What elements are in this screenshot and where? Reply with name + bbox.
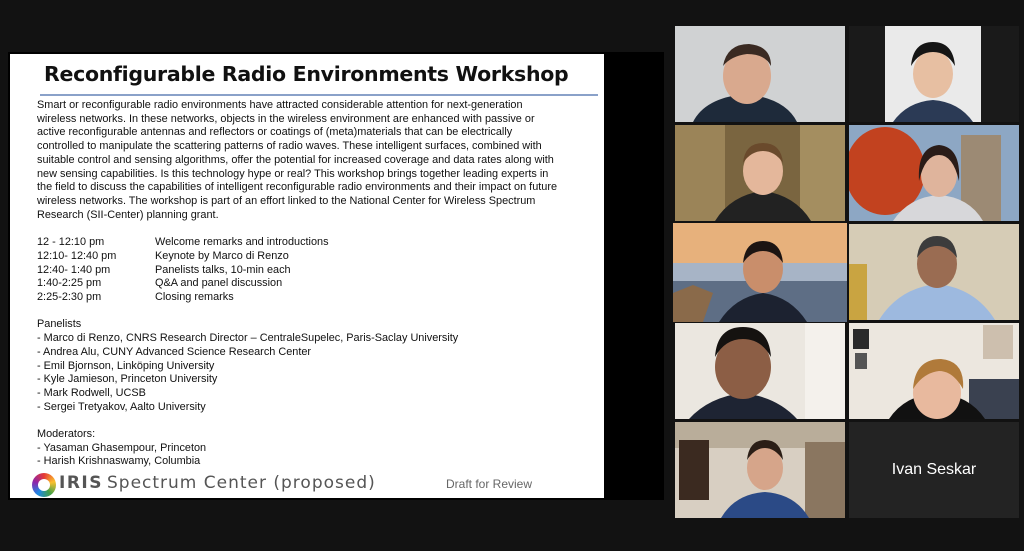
person-video-icon [885,26,981,122]
person-video-icon [849,224,1019,320]
participant-video-tile[interactable] [849,224,1019,320]
presentation-slide: Reconfigurable Radio Environments Worksh… [10,54,604,498]
participant-video-tile[interactable] [675,323,845,419]
iris-logo-icon [32,473,56,497]
intro-paragraph: Smart or reconfigurable radio environmen… [37,99,597,222]
person-video-icon [675,422,845,518]
slide-footer: IRIS Spectrum Center (proposed) Draft for… [32,472,602,498]
intro-line: controlled to manipulate the scattering … [37,140,542,153]
slide-body: Smart or reconfigurable radio environmen… [37,99,597,469]
schedule-time: 12:40- 1:40 pm [37,263,111,276]
intro-line: the field to discuss the capabilities of… [37,181,558,194]
panelist-item: - Kyle Jamieson, Princeton University [37,373,218,386]
schedule-row: 2:25-2:30 pm Closing remarks [37,291,597,305]
schedule-desc: Q&A and panel discussion [155,277,283,290]
slide-title: Reconfigurable Radio Environments Worksh… [44,62,569,86]
schedule-row: 1:40-2:25 pm Q&A and panel discussion [37,277,597,291]
schedule-desc: Welcome remarks and introductions [155,236,329,249]
participant-video-tile[interactable] [849,26,1019,122]
schedule-desc: Keynote by Marco di Renzo [155,250,289,263]
schedule-desc: Panelists talks, 10-min each [155,263,291,276]
participant-name-tile[interactable]: Ivan Seskar [849,422,1019,518]
participant-video-tile[interactable] [675,26,845,122]
person-video-icon [675,323,845,419]
schedule-row: 12 - 12:10 pm Welcome remarks and introd… [37,236,597,250]
person-video-icon [675,26,845,122]
schedule-time: 2:25-2:30 pm [37,291,102,304]
iris-logo-text: IRIS Spectrum Center (proposed) [59,473,376,493]
panelist-item: - Emil Bjornson, Linköping University [37,359,215,372]
panelists-heading: Panelists [37,318,82,331]
participant-name: Ivan Seskar [891,461,977,478]
participant-video-tile[interactable] [675,422,845,518]
title-underline [40,94,598,96]
moderator-item: - Yasaman Ghasempour, Princeton [37,441,207,454]
schedule-time: 12:10- 12:40 pm [37,250,117,263]
person-video-icon [675,125,845,221]
participant-video-tile[interactable] [849,125,1019,221]
intro-line: wireless networks. The workshop is part … [37,194,536,207]
schedule-desc: Closing remarks [155,291,234,304]
moderator-item: - Harish Krishnaswamy, Columbia [37,455,201,468]
participant-video-tile[interactable] [675,125,845,221]
draft-label: Draft for Review [446,477,533,491]
schedule-row: 12:40- 1:40 pm Panelists talks, 10-min e… [37,264,597,278]
moderators-heading: Moderators: [37,428,96,441]
panelist-item: - Sergei Tretyakov, Aalto University [37,400,206,413]
schedule: 12 - 12:10 pm Welcome remarks and introd… [37,236,597,304]
person-video-icon [673,223,847,322]
participant-video-tile[interactable] [849,323,1019,419]
intro-line: suitable control and sensing algorithms,… [37,153,554,166]
intro-line: Smart or reconfigurable radio environmen… [37,99,523,111]
panelist-item: - Marco di Renzo, CNRS Research Director… [37,332,459,345]
intro-line: active reconfigurable antennas and refle… [37,126,513,139]
person-video-icon [849,125,1019,221]
panelist-item: - Mark Rodwell, UCSB [37,386,146,399]
active-speaker-video-tile[interactable] [673,223,847,322]
schedule-time: 1:40-2:25 pm [37,277,102,290]
intro-line: Research (SII-Center) planning grant. [37,208,219,221]
intro-line: wireless networks. In these networks, ob… [37,112,535,125]
person-video-icon [849,323,1019,419]
intro-line: new sensing capabilities. Is this techno… [37,167,549,180]
panelist-item: - Andrea Alu, CUNY Advanced Science Rese… [37,345,312,358]
schedule-row: 12:10- 12:40 pm Keynote by Marco di Renz… [37,250,597,264]
schedule-time: 12 - 12:10 pm [37,236,105,249]
